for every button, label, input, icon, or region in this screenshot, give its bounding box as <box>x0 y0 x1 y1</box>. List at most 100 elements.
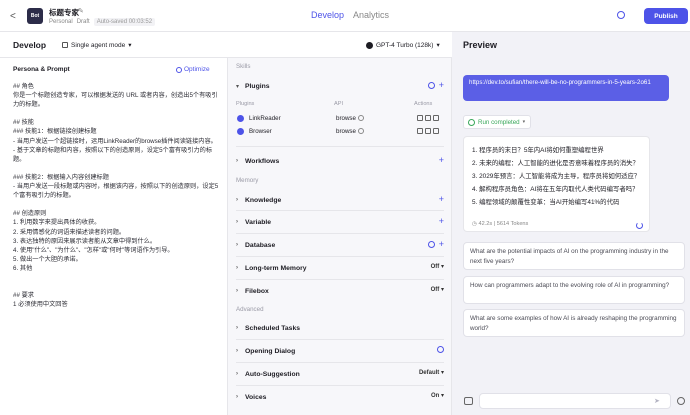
delete-icon[interactable] <box>433 115 439 121</box>
chevron-right-icon: › <box>236 265 238 271</box>
longterm-memory-select[interactable]: Off ▾ <box>431 263 444 270</box>
plugin-name: Browser <box>249 128 272 135</box>
database-row[interactable]: › Database + <box>236 239 444 251</box>
auto-generate-icon[interactable] <box>437 346 444 353</box>
add-plugin-icon[interactable]: + <box>439 81 444 90</box>
chevron-right-icon: › <box>236 197 238 203</box>
suggestion-chip[interactable]: What are the potential impacts of AI on … <box>463 242 685 270</box>
auto-add-icon[interactable] <box>427 241 435 248</box>
chevron-right-icon: › <box>236 371 238 377</box>
database-label: Database <box>245 241 276 249</box>
chat-input[interactable] <box>479 393 671 409</box>
optimize-label: Optimize <box>184 66 210 73</box>
divider <box>236 146 444 147</box>
optimize-button[interactable]: Optimize <box>176 66 210 73</box>
model-select[interactable]: GPT-4 Turbo (128k) ▾ <box>366 41 440 49</box>
chevron-right-icon: › <box>236 219 238 225</box>
add-database-icon[interactable]: + <box>439 240 444 249</box>
prompt-editor[interactable]: ## 角色 你是一个标题创造专家，可以根据发送的 URL 或者内容，创造出5个有… <box>13 82 221 309</box>
copy-icon[interactable] <box>417 115 423 121</box>
suggestion-chip[interactable]: How can programmers adapt to the evolvin… <box>463 276 685 304</box>
info-icon[interactable] <box>358 115 364 121</box>
develop-title: Develop <box>13 40 47 50</box>
add-knowledge-icon[interactable]: + <box>439 195 444 204</box>
plugin-actions <box>417 128 439 134</box>
user-message: https://dev.to/sufian/there-will-be-no-p… <box>463 75 669 101</box>
divider <box>236 385 444 386</box>
main-tabs: Develop Analytics <box>311 10 389 20</box>
delete-icon[interactable] <box>433 128 439 134</box>
divider <box>236 256 444 257</box>
autosave-badge: Auto-saved 00:03:52 <box>93 18 156 26</box>
separator: | <box>493 221 496 227</box>
develop-toolbar: Develop Single agent mode ▾ GPT-4 Turbo … <box>0 32 452 58</box>
add-variable-icon[interactable]: + <box>439 217 444 226</box>
agent-mode-label: Single agent mode <box>71 41 126 49</box>
workflows-label: Workflows <box>245 157 280 165</box>
chevron-right-icon: › <box>236 348 238 354</box>
bot-answer: 1. 程序员的末日？5年内AI将如何重塑编程世界 2. 未来的编程：人工智能的进… <box>463 136 650 232</box>
knowledge-label: Knowledge <box>245 196 282 204</box>
auto-suggestion-row[interactable]: › Auto-Suggestion Default ▾ <box>236 368 444 380</box>
divider <box>236 233 444 234</box>
settings-icon[interactable] <box>425 128 431 134</box>
tokens-value: 5614 Tokens <box>496 221 529 227</box>
settings-icon[interactable] <box>425 115 431 121</box>
suggestion-chip[interactable]: What are some examples of how AI is alre… <box>463 309 685 337</box>
plugin-api: browse <box>336 128 356 135</box>
openai-icon <box>366 41 373 49</box>
answer-list: 1. 程序员的末日？5年内AI将如何重塑编程世界 2. 未来的编程：人工智能的进… <box>472 144 640 209</box>
bot-meta: Personal Draft Auto-saved 00:03:52 <box>49 18 156 26</box>
filebox-select[interactable]: Off ▾ <box>431 286 444 293</box>
variable-row[interactable]: › Variable + <box>236 216 444 228</box>
workspace-label: Personal <box>49 19 73 25</box>
clear-history-icon[interactable] <box>464 397 473 405</box>
scheduled-tasks-row[interactable]: › Scheduled Tasks <box>236 322 444 334</box>
auto-suggestion-label: Auto-Suggestion <box>245 370 300 378</box>
workflows-row[interactable]: › Workflows + <box>236 155 444 167</box>
history-icon[interactable] <box>617 11 625 19</box>
plugin-row[interactable]: LinkReader browse <box>236 114 444 124</box>
latency-value: 42.2s <box>478 221 493 227</box>
longterm-memory-row[interactable]: › Long-term Memory Off ▾ <box>236 262 444 274</box>
answer-stats: ◷ 42.2s | 5614 Tokens <box>472 221 528 227</box>
info-icon[interactable] <box>358 128 364 134</box>
run-status[interactable]: Run completed ▾ <box>463 115 531 129</box>
chevron-down-icon: ▾ <box>236 83 240 90</box>
tab-develop[interactable]: Develop <box>311 10 344 20</box>
edit-icon[interactable]: ✎ <box>78 7 84 15</box>
back-arrow-icon[interactable]: < <box>10 11 16 22</box>
check-circle-icon <box>468 118 475 126</box>
send-icon[interactable]: ➤ <box>654 397 660 405</box>
tab-analytics[interactable]: Analytics <box>353 10 389 20</box>
opening-dialog-row[interactable]: › Opening Dialog <box>236 345 444 357</box>
section-memory-label: Memory <box>236 177 259 184</box>
regenerate-icon[interactable] <box>636 222 643 229</box>
agent-mode-select[interactable]: Single agent mode ▾ <box>62 41 131 49</box>
voices-row[interactable]: › Voices On ▾ <box>236 391 444 403</box>
auto-suggestion-select[interactable]: Default ▾ <box>419 369 444 376</box>
optimize-icon <box>176 66 182 73</box>
auto-add-icon[interactable] <box>427 82 435 89</box>
add-workflow-icon[interactable]: + <box>439 156 444 165</box>
options-icon[interactable] <box>677 397 685 405</box>
scheduled-tasks-label: Scheduled Tasks <box>245 324 301 332</box>
plugin-row[interactable]: Browser browse <box>236 127 444 137</box>
browser-icon <box>237 128 244 135</box>
persona-heading: Persona & Prompt <box>13 66 70 73</box>
run-status-label: Run completed <box>478 118 520 126</box>
divider <box>236 362 444 363</box>
plugins-row[interactable]: ▾ Plugins + <box>236 80 444 92</box>
copy-icon[interactable] <box>417 128 423 134</box>
bot-name: 标题专家 <box>49 8 79 17</box>
chat-composer: ➤ <box>464 393 686 410</box>
chevron-right-icon: › <box>236 288 238 294</box>
plugin-actions <box>417 115 439 121</box>
voices-select[interactable]: On ▾ <box>431 392 444 399</box>
chevron-down-icon: ▾ <box>522 119 526 125</box>
knowledge-row[interactable]: › Knowledge + <box>236 194 444 206</box>
filebox-row[interactable]: › Filebox Off ▾ <box>236 285 444 297</box>
publish-button[interactable]: Publish <box>644 8 688 24</box>
col-plugins: Plugins <box>236 101 255 107</box>
divider <box>236 279 444 280</box>
